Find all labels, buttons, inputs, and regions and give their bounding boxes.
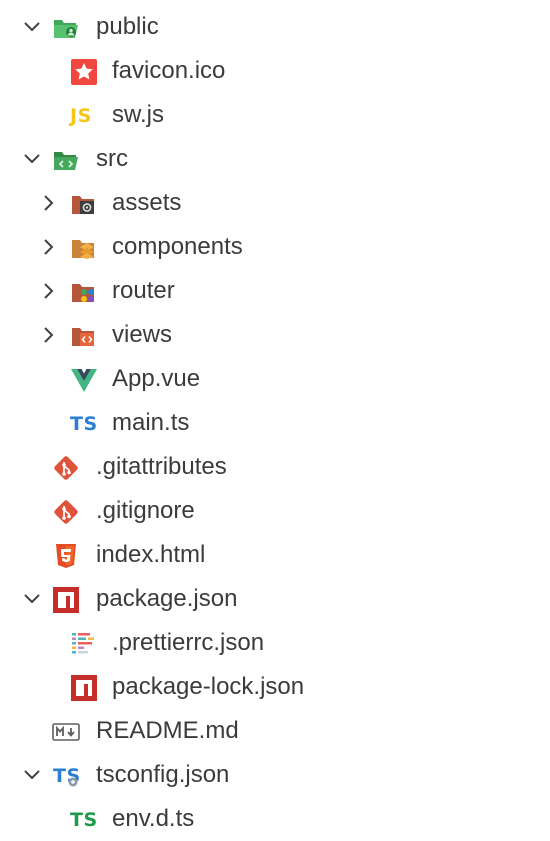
chevron-down-icon[interactable] (20, 15, 44, 39)
chevron-down-icon[interactable] (20, 587, 44, 611)
tree-item-label: views (112, 321, 173, 348)
javascript-file-icon: JS (70, 105, 92, 127)
gear-icon (66, 775, 80, 789)
tree-item-readme-md[interactable]: README.md (0, 709, 550, 753)
vue-file-icon (70, 366, 98, 394)
tree-item-assets-folder[interactable]: assets (0, 181, 550, 225)
tree-item-label: assets (112, 189, 182, 216)
tree-item-src-folder[interactable]: src (0, 137, 550, 181)
tree-item-tsconfig-json[interactable]: TS tsconfig.json (0, 753, 550, 797)
folder-components-icon (70, 234, 98, 262)
tree-item-components-folder[interactable]: components (0, 225, 550, 269)
tree-item-label: sw.js (112, 101, 165, 128)
tree-item-label: .gitattributes (96, 453, 227, 480)
tree-item-label: src (96, 145, 128, 172)
favicon-icon (70, 58, 98, 86)
tree-item-gitattributes[interactable]: .gitattributes (0, 445, 550, 489)
npm-icon (52, 586, 80, 614)
tree-item-label: package-lock.json (112, 673, 305, 700)
tree-item-favicon[interactable]: favicon.ico (0, 49, 550, 93)
tree-item-label: .gitignore (96, 497, 195, 524)
tree-item-label: public (96, 13, 159, 40)
tree-item-label: .prettierrc.json (112, 629, 265, 656)
typescript-def-icon: TS (70, 809, 98, 831)
chevron-right-icon[interactable] (36, 191, 60, 215)
prettier-icon (70, 630, 98, 658)
folder-public-open-icon (52, 14, 80, 42)
tree-item-label: README.md (96, 717, 239, 744)
tree-item-label: router (112, 277, 175, 304)
typescript-file-icon: TS (70, 413, 98, 435)
tree-item-label: favicon.ico (112, 57, 226, 84)
tree-item-label: tsconfig.json (96, 761, 230, 788)
tree-item-label: index.html (96, 541, 206, 568)
tree-item-gitignore[interactable]: .gitignore (0, 489, 550, 533)
tree-item-package-lock-json[interactable]: package-lock.json (0, 665, 550, 709)
chevron-down-icon[interactable] (20, 147, 44, 171)
npm-icon (70, 674, 98, 702)
tree-item-label: main.ts (112, 409, 190, 436)
chevron-right-icon[interactable] (36, 323, 60, 347)
tree-item-public-folder[interactable]: public (0, 5, 550, 49)
chevron-down-icon[interactable] (20, 763, 44, 787)
git-icon (52, 498, 80, 526)
folder-router-icon (70, 278, 98, 306)
tree-item-app-vue[interactable]: App.vue (0, 357, 550, 401)
folder-assets-icon (70, 190, 98, 218)
tree-item-package-json[interactable]: package.json (0, 577, 550, 621)
tree-item-views-folder[interactable]: views (0, 313, 550, 357)
tree-item-sw-js[interactable]: JS sw.js (0, 93, 550, 137)
tree-item-label: App.vue (112, 365, 201, 392)
tree-item-label: env.d.ts (112, 805, 195, 832)
folder-src-open-icon (52, 146, 80, 174)
tree-item-label: package.json (96, 585, 238, 612)
tree-item-main-ts[interactable]: TS main.ts (0, 401, 550, 445)
tree-item-index-html[interactable]: index.html (0, 533, 550, 577)
tree-item-env-d-ts[interactable]: TS env.d.ts (0, 797, 550, 841)
html5-icon (52, 542, 80, 570)
file-explorer-tree: public favicon.ico JS sw.js src assets c… (0, 0, 550, 838)
tree-item-prettierrc-json[interactable]: .prettierrc.json (0, 621, 550, 665)
chevron-right-icon[interactable] (36, 235, 60, 259)
folder-views-icon (70, 322, 98, 350)
chevron-right-icon[interactable] (36, 279, 60, 303)
git-icon (52, 454, 80, 482)
markdown-icon (52, 718, 80, 746)
tree-item-router-folder[interactable]: router (0, 269, 550, 313)
tree-item-label: components (112, 233, 243, 260)
